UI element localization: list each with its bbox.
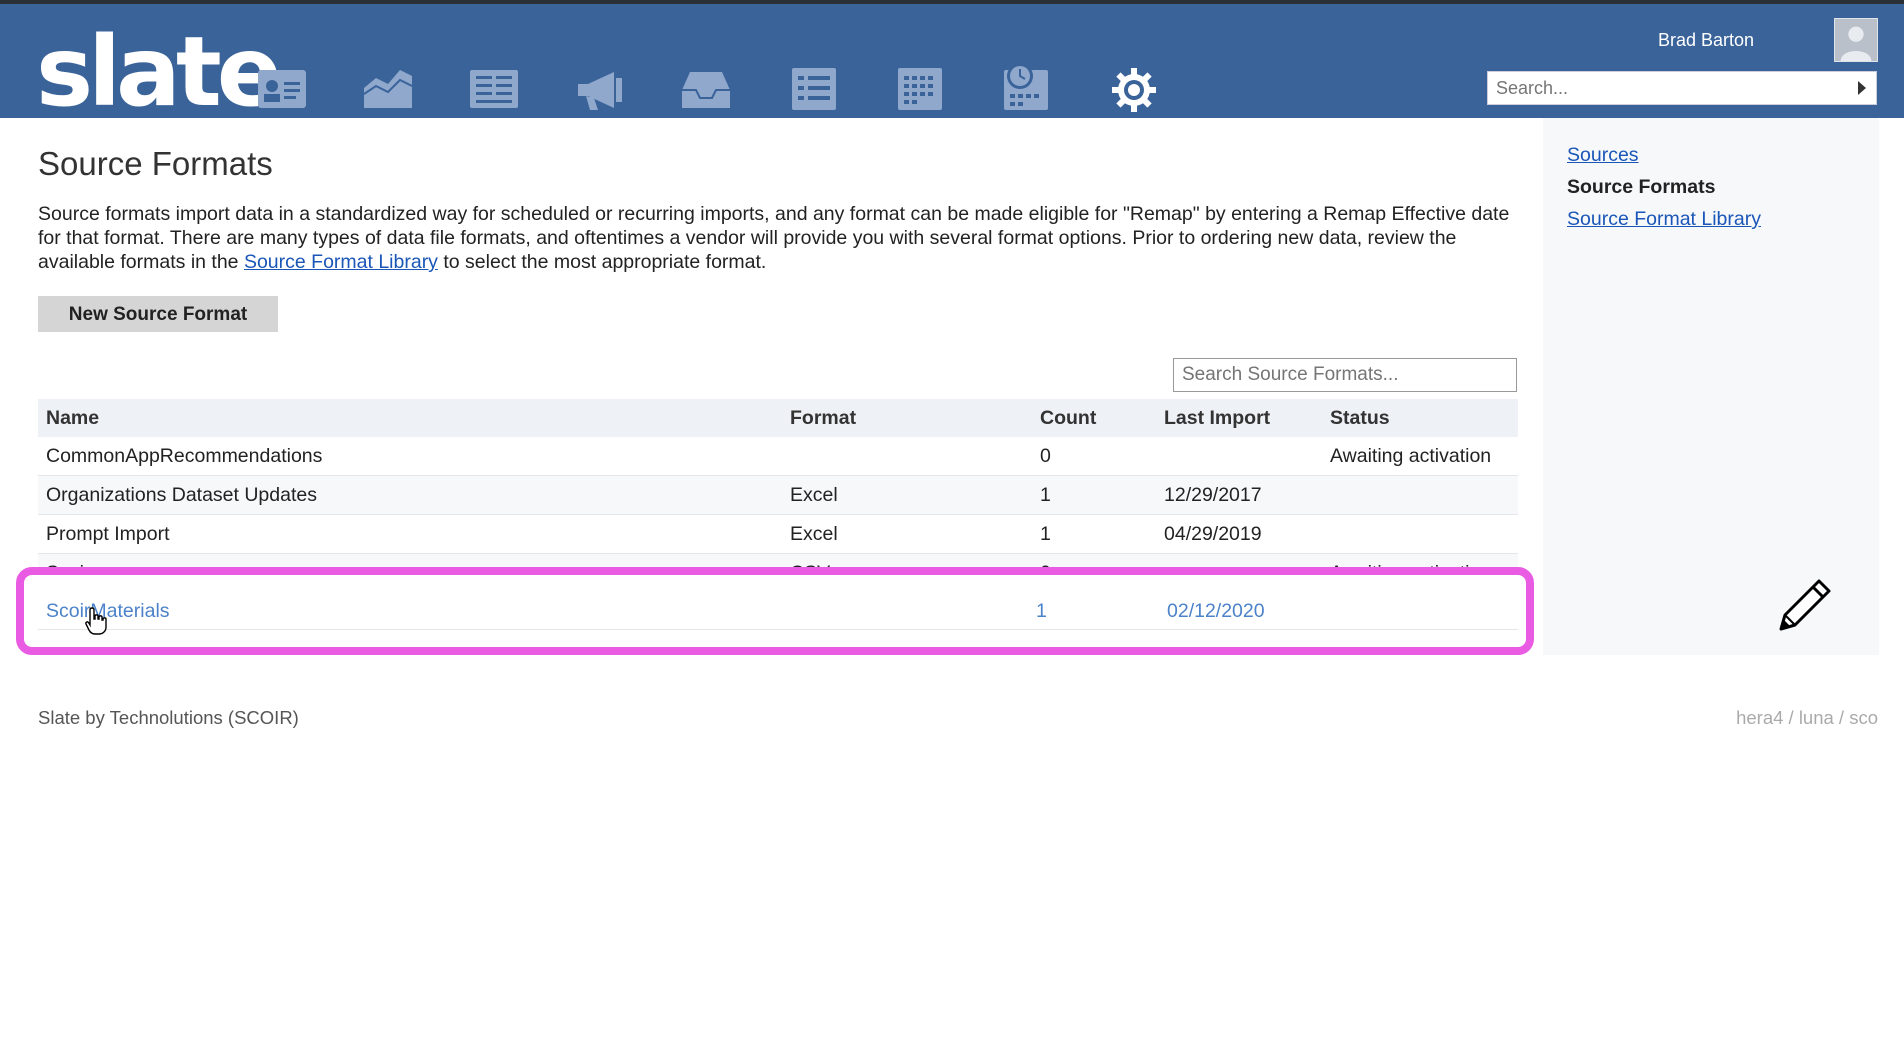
cell-format — [782, 437, 1032, 476]
table-list-icon[interactable] — [784, 58, 844, 118]
cell-format: Excel — [782, 514, 1032, 554]
top-navigation-bar: slate Brad Barton — [0, 0, 1904, 120]
cell-count: 1 — [1036, 600, 1047, 622]
slate-logo[interactable]: slate — [36, 24, 277, 122]
footer-credit: Slate by Technolutions (SCOIR) — [38, 707, 299, 728]
cell-status: Awaiting activation — [1322, 437, 1518, 476]
column-header-last-import[interactable]: Last Import — [1156, 399, 1322, 437]
footer-server-info: hera4 / luna / sco — [1736, 707, 1878, 728]
clock-schedule-icon[interactable] — [996, 58, 1056, 118]
global-search-box[interactable] — [1487, 71, 1877, 105]
pencil-icon — [1775, 575, 1835, 635]
page-title: Source Formats — [38, 145, 273, 182]
cell-status — [1322, 475, 1518, 515]
sidebar-link-sources[interactable]: Sources — [1567, 144, 1639, 166]
new-source-format-button[interactable]: New Source Format — [38, 296, 278, 332]
gear-icon[interactable] — [1104, 58, 1164, 118]
column-header-count[interactable]: Count — [1032, 399, 1156, 437]
cell-name[interactable]: Prompt Import — [38, 514, 782, 554]
table-row[interactable]: Organizations Dataset Updates Excel 1 12… — [38, 475, 1518, 515]
column-header-status[interactable]: Status — [1322, 399, 1518, 437]
cell-name[interactable]: CommonAppRecommendations — [38, 437, 782, 476]
cell-last-import: 12/29/2017 — [1156, 475, 1322, 515]
cell-count: 1 — [1032, 514, 1156, 554]
avatar[interactable] — [1834, 18, 1878, 62]
column-header-format[interactable]: Format — [782, 399, 1032, 437]
cell-status — [1322, 514, 1518, 554]
sidebar-item-source-format-library[interactable]: Source Format Library — [1567, 208, 1761, 231]
table-row[interactable]: Prompt Import Excel 1 04/29/2019 — [38, 514, 1518, 554]
search-go-arrow-icon[interactable] — [1858, 81, 1866, 95]
page-description: Source formats import data in a standard… — [38, 202, 1518, 274]
cell-format: Excel — [782, 475, 1032, 515]
user-name[interactable]: Brad Barton — [1658, 30, 1754, 51]
table-header-row: Name Format Count Last Import Status — [38, 399, 1518, 437]
person-card-icon[interactable] — [252, 58, 312, 118]
cell-count: 1 — [1032, 475, 1156, 515]
list-document-icon[interactable] — [464, 58, 524, 118]
calendar-icon[interactable] — [890, 58, 950, 118]
megaphone-icon[interactable] — [570, 58, 630, 118]
cell-last-import — [1156, 437, 1322, 476]
column-header-name[interactable]: Name — [38, 399, 782, 437]
sidebar-item-source-formats: Source Formats — [1567, 176, 1716, 198]
description-text-end: to select the most appropriate format. — [437, 251, 767, 273]
cell-last-import: 02/12/2020 — [1167, 600, 1265, 622]
table-row[interactable]: CommonAppRecommendations 0 Awaiting acti… — [38, 437, 1518, 476]
source-formats-search-box[interactable] — [1173, 358, 1517, 392]
inbox-icon[interactable] — [676, 58, 736, 118]
cell-last-import: 04/29/2019 — [1156, 514, 1322, 554]
highlighted-table-row[interactable]: ScoirMaterials 1 02/12/2020 — [38, 591, 1518, 630]
source-format-library-link[interactable]: Source Format Library — [244, 251, 438, 273]
chart-area-icon[interactable] — [358, 58, 418, 118]
cell-count: 0 — [1032, 437, 1156, 476]
sidebar-link-source-format-library[interactable]: Source Format Library — [1567, 208, 1761, 230]
hand-cursor-icon — [84, 606, 108, 636]
sidebar-item-sources[interactable]: Sources — [1567, 144, 1639, 167]
global-search-input[interactable] — [1494, 72, 1848, 104]
source-formats-table: Name Format Count Last Import Status Com… — [38, 399, 1518, 593]
cell-name[interactable]: Organizations Dataset Updates — [38, 475, 782, 515]
source-formats-search-input[interactable] — [1180, 359, 1514, 391]
